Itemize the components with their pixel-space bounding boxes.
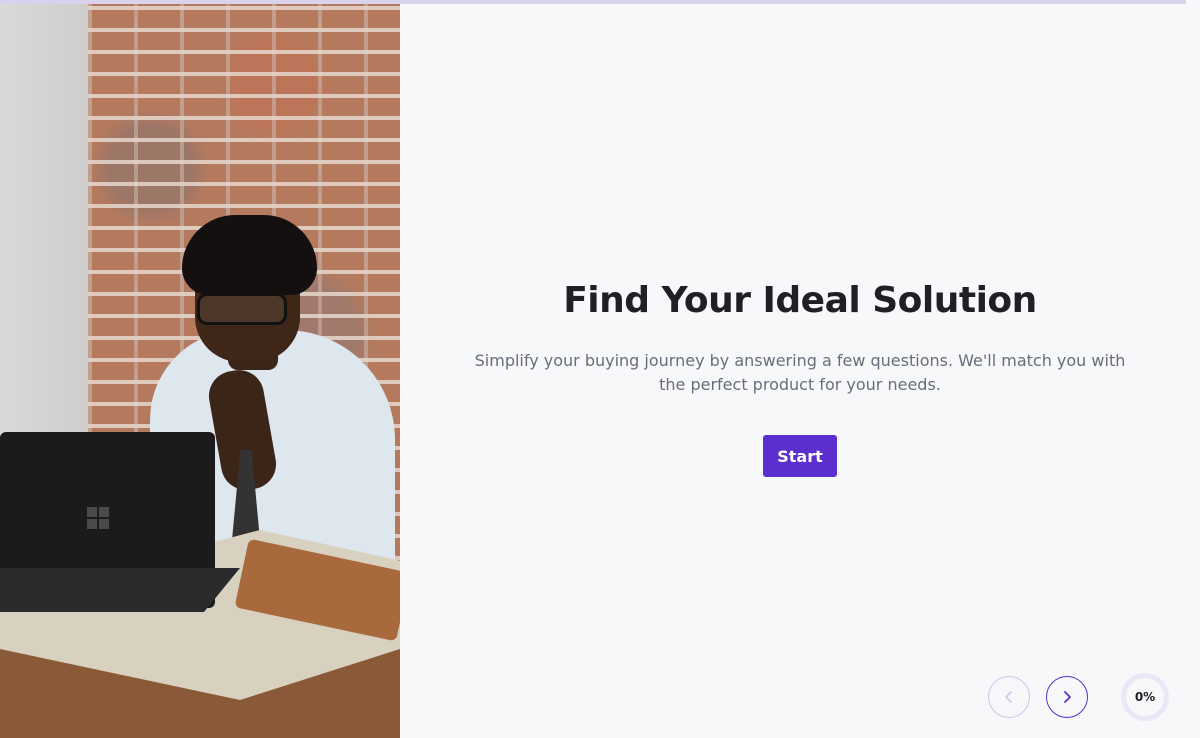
hero-photo — [0, 0, 400, 738]
main-content: Find Your Ideal Solution Simplify your b… — [400, 0, 1200, 738]
chevron-right-icon — [1064, 691, 1071, 703]
start-button[interactable]: Start — [763, 435, 837, 477]
progress-percent: 0% — [1134, 690, 1156, 704]
progress-indicator: 0% — [1121, 673, 1169, 721]
top-progress-bar — [0, 0, 1186, 4]
next-button[interactable] — [1046, 676, 1088, 718]
page-subtitle: Simplify your buying journey by answerin… — [474, 351, 1126, 394]
previous-button[interactable] — [988, 676, 1030, 718]
page-title: Find Your Ideal Solution — [563, 280, 1037, 321]
chevron-left-icon — [1005, 691, 1012, 703]
